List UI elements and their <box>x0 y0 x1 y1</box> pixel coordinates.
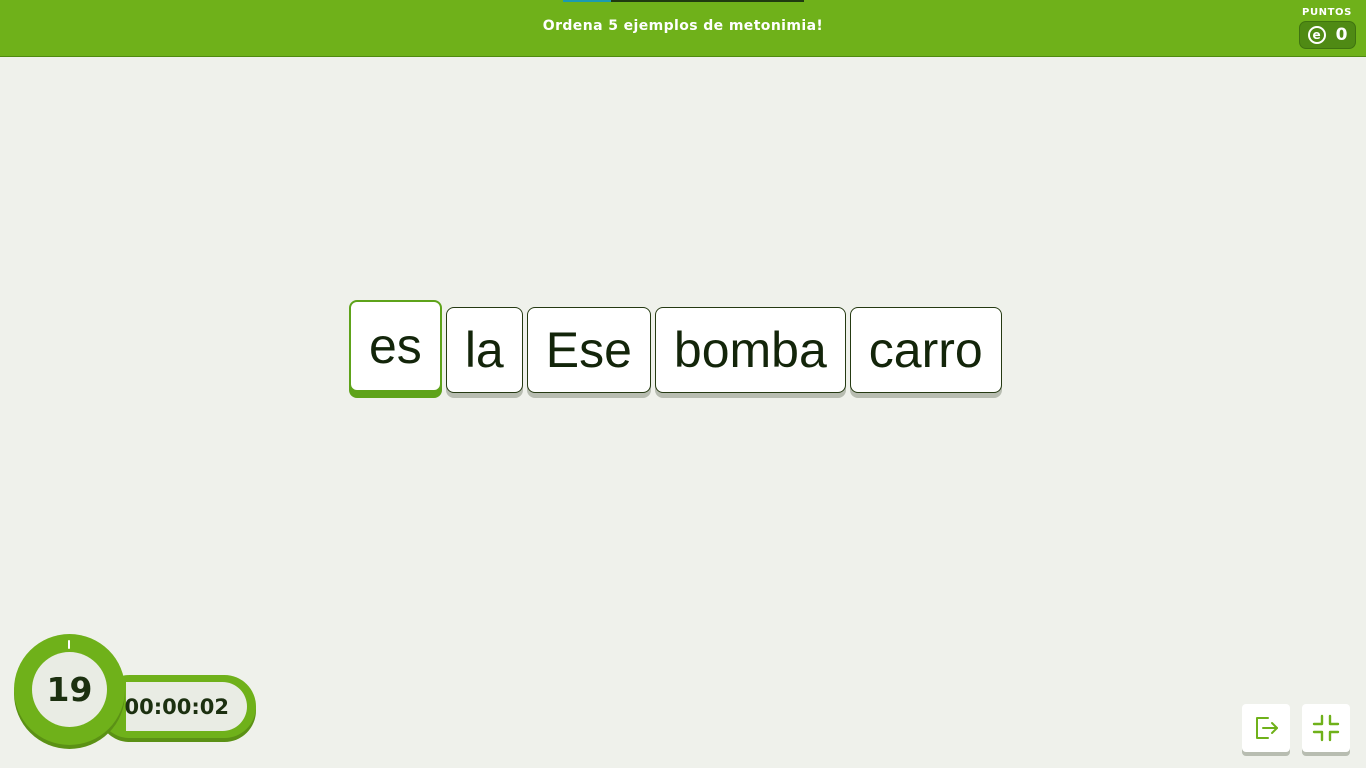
exit-button[interactable] <box>1242 704 1290 752</box>
countdown-tick <box>68 640 70 649</box>
countdown-ring: 19 <box>14 634 125 745</box>
top-bar: Ordena 5 ejemplos de metonimia! PUNTOS e… <box>0 0 1366 57</box>
word-tiles: es la Ese bomba carro <box>349 300 1002 399</box>
instruction-title: Ordena 5 ejemplos de metonimia! <box>542 18 824 34</box>
word-tile[interactable]: es <box>349 300 442 392</box>
exit-icon <box>1256 717 1278 739</box>
elapsed-time: 00:00:02 <box>124 694 229 719</box>
coin-icon: e <box>1307 26 1326 44</box>
points-counter: e 0 <box>1299 21 1356 49</box>
progress-bar-fill <box>563 0 612 2</box>
points-label: PUNTOS <box>1302 7 1352 18</box>
word-tile[interactable]: la <box>445 307 523 393</box>
word-tile[interactable]: Ese <box>526 307 651 393</box>
word-tile[interactable]: carro <box>849 307 1002 393</box>
points-value: 0 <box>1335 25 1348 45</box>
word-tile[interactable]: bomba <box>654 307 846 393</box>
countdown-value: 19 <box>46 670 93 709</box>
exit-fullscreen-button[interactable] <box>1302 704 1350 752</box>
exit-fullscreen-icon <box>1312 714 1340 742</box>
progress-bar <box>563 0 804 2</box>
